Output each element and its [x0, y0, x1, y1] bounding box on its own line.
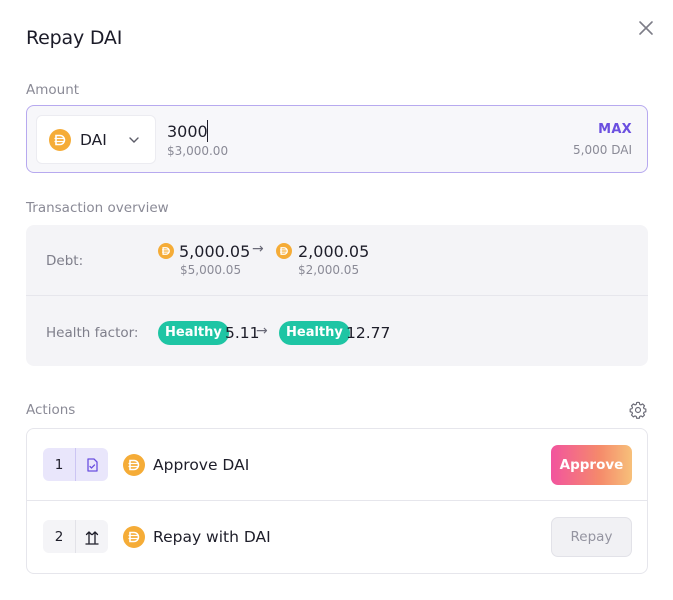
debt-row: Debt: 5,000.05 $5,000.05 → 2,000.05 $2,0…: [26, 225, 648, 296]
actions-label: Actions: [26, 402, 76, 418]
close-icon[interactable]: [636, 18, 656, 38]
dai-coin-icon: [158, 243, 174, 259]
transaction-overview: Debt: 5,000.05 $5,000.05 → 2,000.05 $2,0…: [26, 225, 648, 366]
max-button[interactable]: MAX: [598, 122, 632, 137]
health-factor-before: 5.11: [225, 324, 260, 342]
dai-coin-icon: [276, 243, 292, 259]
step-label: Repay with DAI: [153, 528, 271, 546]
token-symbol: DAI: [80, 130, 107, 149]
debt-before-usd: $5,000.05: [180, 263, 242, 277]
debt-after-usd: $2,000.05: [298, 263, 360, 277]
transfer-arrows-icon: [75, 520, 108, 553]
overview-label: Transaction overview: [26, 200, 169, 216]
amount-usd-value: $3,000.00: [167, 144, 229, 158]
step-indicator: 1: [43, 448, 108, 481]
dai-coin-icon: [123, 526, 145, 548]
gear-icon[interactable]: [628, 400, 648, 420]
action-step-repay: 2 Repay with DAI Repay: [27, 501, 647, 573]
modal-title: Repay DAI: [26, 27, 123, 49]
amount-label: Amount: [26, 82, 80, 98]
health-factor-label: Health factor:: [46, 325, 139, 341]
dai-coin-icon: [123, 454, 145, 476]
debt-after: 2,000.05: [298, 242, 370, 261]
chevron-down-icon: [129, 137, 139, 143]
step-number: 2: [54, 528, 64, 545]
approve-button[interactable]: Approve: [551, 445, 632, 485]
arrow-right-icon: →: [252, 241, 264, 257]
step-indicator: 2: [43, 520, 108, 553]
status-badge: Healthy: [279, 321, 350, 345]
document-sign-icon: [75, 448, 108, 481]
amount-input[interactable]: [167, 120, 208, 142]
debt-label: Debt:: [46, 253, 84, 269]
health-factor-after: 12.77: [346, 324, 391, 342]
step-label: Approve DAI: [153, 456, 250, 474]
action-step-approve: 1 Approve DAI Approve: [27, 429, 647, 501]
amount-field: DAI $3,000.00 MAX 5,000 DAI: [26, 105, 648, 173]
arrow-right-icon: →: [256, 323, 268, 339]
wallet-balance: 5,000 DAI: [573, 143, 632, 157]
dai-coin-icon: [49, 128, 71, 151]
actions-list: 1 Approve DAI Approve 2 Repay with DAI R…: [26, 428, 648, 574]
debt-before: 5,000.05: [179, 242, 251, 261]
step-number: 1: [54, 456, 64, 473]
repay-button[interactable]: Repay: [551, 517, 632, 557]
token-select[interactable]: DAI: [36, 115, 156, 164]
status-badge: Healthy: [158, 321, 229, 345]
